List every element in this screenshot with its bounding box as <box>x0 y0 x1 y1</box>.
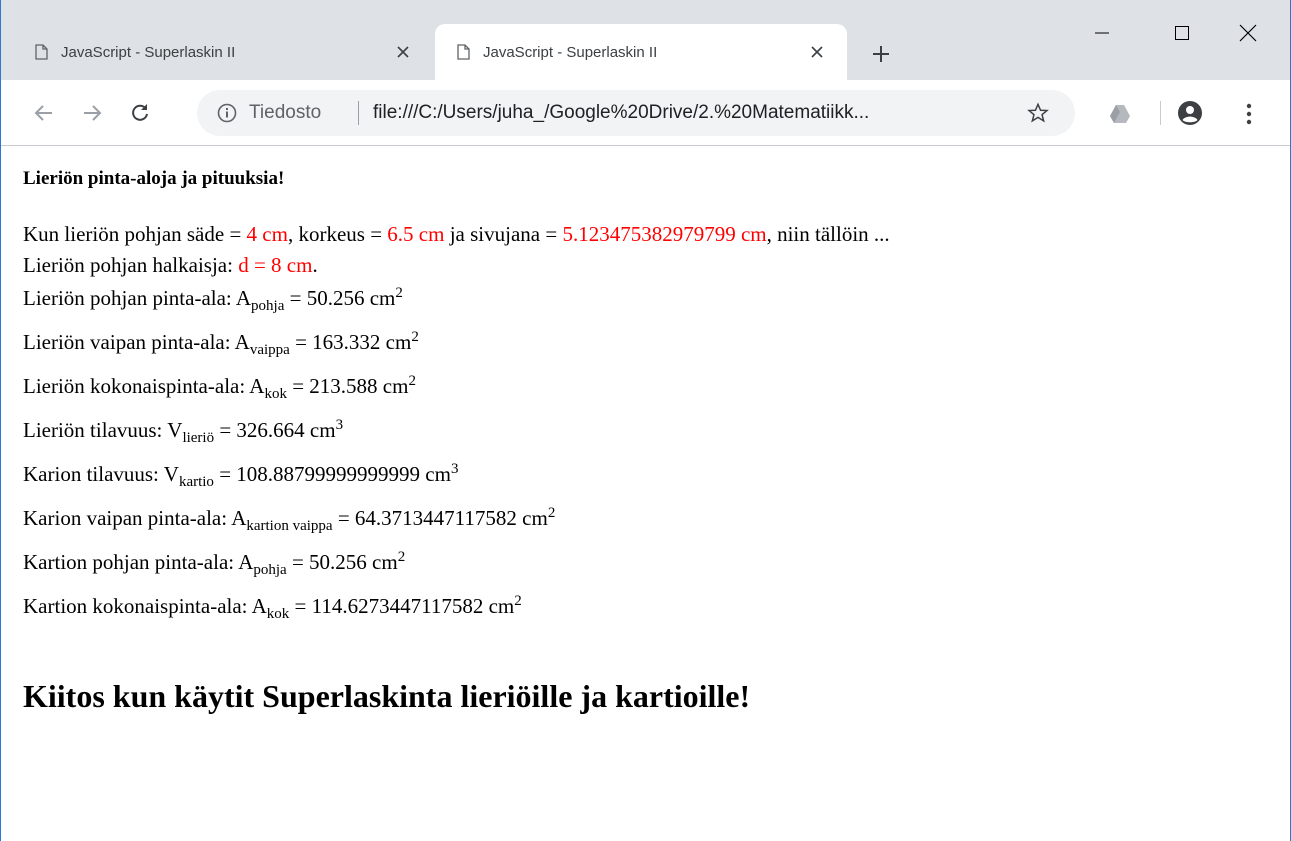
close-tab-icon[interactable] <box>393 42 413 62</box>
symbol-subscript: pohja <box>253 562 287 578</box>
result-value: = 114.6273447117582 cm <box>289 594 515 618</box>
maximize-button[interactable] <box>1147 0 1217 66</box>
diameter-label: Lieriön pohjan halkaisja: <box>23 253 239 277</box>
close-icon <box>1239 24 1257 42</box>
symbol: A <box>238 550 254 574</box>
result-row: Kartion pohjan pinta-ala: Apohja = 50.25… <box>23 549 406 578</box>
google-drive-icon[interactable] <box>1109 104 1131 124</box>
result-label: Kartion kokonaispinta-ala: <box>23 594 252 618</box>
browser-window: JavaScript - Superlaskin II JavaScript -… <box>0 0 1291 841</box>
diameter-end: . <box>312 253 318 277</box>
result-value: = 326.664 cm <box>214 418 336 442</box>
slant-value: 5.123475382979799 cm <box>562 222 767 246</box>
info-icon[interactable] <box>217 103 237 123</box>
symbol: A <box>249 374 265 398</box>
url-text[interactable]: file:///C:/Users/juha_/Google%20Drive/2.… <box>373 103 869 123</box>
address-separator <box>358 101 359 125</box>
intro-text: Kun lieriön pohjan säde = <box>23 222 247 246</box>
unit-exponent: 2 <box>547 505 556 521</box>
result-row: Karion tilavuus: Vkartio = 108.887999999… <box>23 461 459 490</box>
result-value: = 50.256 cm <box>284 286 396 310</box>
thanks-heading: Kiitos kun käytit Superlaskinta lieriöil… <box>23 678 751 714</box>
star-icon[interactable] <box>1027 102 1049 124</box>
tab-title: JavaScript - Superlaskin II <box>61 43 236 61</box>
symbol: A <box>251 594 267 618</box>
symbol-subscript: kartion vaippa <box>246 518 333 534</box>
result-label: Kartion pohjan pinta-ala: <box>23 550 239 574</box>
reload-icon <box>132 104 148 121</box>
intro-line: Kun lieriön pohjan säde = 4 cm, korkeus … <box>23 222 890 246</box>
symbol: V <box>163 462 179 486</box>
result-label: Lieriön tilavuus: <box>23 418 168 442</box>
symbol-subscript: pohja <box>251 298 285 314</box>
result-label: Karion vaipan pinta-ala: <box>23 506 232 530</box>
toolbar-separator <box>1160 101 1161 125</box>
intro-text: , korkeus = <box>287 222 388 246</box>
result-row: Karion vaipan pinta-ala: Akartion vaippa… <box>23 505 556 534</box>
result-value: = 50.256 cm <box>286 550 398 574</box>
diameter-value: d = 8 cm <box>238 253 313 277</box>
result-value: = 64.3713447117582 cm <box>332 506 548 530</box>
minimize-button[interactable] <box>1067 0 1137 66</box>
symbol: V <box>167 418 183 442</box>
tab-strip: JavaScript - Superlaskin II JavaScript -… <box>1 0 1290 80</box>
unit-exponent: 2 <box>395 285 403 301</box>
plus-icon <box>873 46 889 62</box>
result-value: = 108.88799999999999 cm <box>213 462 451 486</box>
minimize-icon <box>1095 32 1109 34</box>
result-label: Lieriön kokonaispinta-ala: <box>23 374 250 398</box>
tab-title: JavaScript - Superlaskin II <box>483 43 658 61</box>
result-label: Karion tilavuus: <box>23 462 164 486</box>
result-row: Lieriön vaipan pinta-ala: Avaippa = 163.… <box>23 329 419 358</box>
symbol-subscript: kok <box>266 606 290 622</box>
result-row: Lieriön tilavuus: Vlieriö = 326.664 cm3 <box>23 417 344 446</box>
close-tab-icon[interactable] <box>807 42 827 62</box>
unit-exponent: 2 <box>397 549 406 565</box>
intro-text: , niin tällöin ... <box>766 222 890 246</box>
scheme-label: Tiedosto <box>249 102 322 123</box>
tab-inactive[interactable]: JavaScript - Superlaskin II <box>13 24 433 80</box>
result-row: Lieriön pohjan pinta-ala: Apohja = 50.25… <box>23 285 403 314</box>
arrow-right-icon <box>84 105 102 121</box>
result-value: = 163.332 cm <box>289 330 412 354</box>
back-button[interactable] <box>29 98 59 128</box>
diameter-line: Lieriön pohjan halkaisja: d = 8 cm. <box>23 253 318 277</box>
unit-exponent: 2 <box>411 329 419 345</box>
maximize-icon <box>1175 26 1189 40</box>
forward-button[interactable] <box>77 98 107 128</box>
radius-value: 4 cm <box>246 222 288 246</box>
unit-exponent: 2 <box>408 373 416 389</box>
unit-exponent: 3 <box>335 417 344 433</box>
window-close-button[interactable] <box>1213 0 1283 66</box>
result-value: = 213.588 cm <box>286 374 409 398</box>
document-icon <box>457 44 470 60</box>
symbol-subscript: kartio <box>178 474 214 490</box>
unit-exponent: 3 <box>450 461 459 477</box>
symbol: A <box>235 286 252 310</box>
browser-toolbar: Tiedosto file:///C:/Users/juha_/Google%2… <box>1 80 1290 146</box>
symbol-subscript: lieriö <box>182 430 215 446</box>
address-bar[interactable]: Tiedosto file:///C:/Users/juha_/Google%2… <box>197 90 1075 136</box>
symbol-subscript: vaippa <box>249 342 290 358</box>
unit-exponent: 2 <box>514 593 522 609</box>
symbol-subscript: kok <box>264 386 287 402</box>
new-tab-button[interactable] <box>867 40 895 68</box>
height-value: 6.5 cm <box>387 222 445 246</box>
page-heading: Lieriön pinta-aloja ja pituuksia! <box>23 168 285 189</box>
result-row: Kartion kokonaispinta-ala: Akok = 114.62… <box>23 593 522 622</box>
result-label: Lieriön pohjan pinta-ala: <box>23 286 236 310</box>
account-icon[interactable] <box>1177 100 1203 126</box>
intro-text: ja sivujana = <box>444 222 563 246</box>
reload-button[interactable] <box>125 98 155 128</box>
symbol: A <box>234 330 250 354</box>
arrow-left-icon <box>34 105 52 121</box>
document-icon <box>35 44 48 60</box>
kebab-menu-icon[interactable] <box>1245 102 1253 126</box>
symbol: A <box>231 506 247 530</box>
tab-active[interactable]: JavaScript - Superlaskin II <box>435 24 847 80</box>
result-row: Lieriön kokonaispinta-ala: Akok = 213.58… <box>23 373 416 402</box>
result-label: Lieriön vaipan pinta-ala: <box>23 330 235 354</box>
